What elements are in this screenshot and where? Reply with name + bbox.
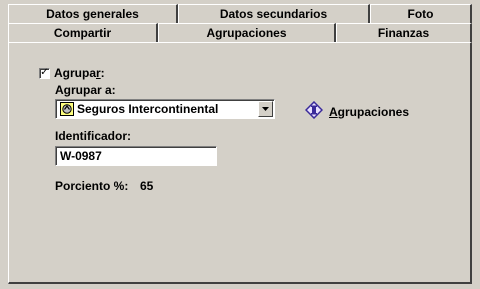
tab-label: Foto <box>407 7 434 21</box>
agrupar-a-combo[interactable]: Seguros Intercontinental <box>55 99 275 119</box>
tab-row-bottom: Compartir Agrupaciones Finanzas <box>8 23 472 42</box>
agrupaciones-button[interactable]: Agrupaciones <box>304 100 410 122</box>
tab-row-top: Datos generales Datos secundarios Foto <box>8 4 472 23</box>
tab-foto[interactable]: Foto <box>370 4 472 23</box>
tab-finanzas[interactable]: Finanzas <box>336 23 472 42</box>
tab-datos-generales[interactable]: Datos generales <box>8 4 178 23</box>
checkmark-icon: ✓ <box>40 67 49 78</box>
tab-label: Finanzas <box>377 26 430 40</box>
tab-compartir[interactable]: Compartir <box>8 23 158 42</box>
combo-value: Seguros Intercontinental <box>77 102 219 116</box>
agrupar-label: Agrupar: <box>54 66 105 80</box>
agrupar-checkbox-row[interactable]: ✓ Agrupar: <box>39 66 105 80</box>
insurance-icon <box>60 102 74 116</box>
agrupaciones-button-label: Agrupaciones <box>329 104 410 119</box>
agrupar-a-label: Agrupar a: <box>55 83 116 97</box>
tab-label: Datos secundarios <box>219 7 328 21</box>
tab-agrupaciones[interactable]: Agrupaciones <box>158 23 336 42</box>
agrupaciones-panel: ✓ Agrupar: Agrupar a: Seguros Interconti… <box>8 42 472 284</box>
chevron-down-icon <box>262 107 269 111</box>
identificador-input[interactable] <box>55 146 217 166</box>
identificador-label: Identificador: <box>55 129 132 143</box>
tab-label: Datos generales <box>46 7 139 21</box>
tab-datos-secundarios[interactable]: Datos secundarios <box>178 4 370 23</box>
combo-dropdown-button[interactable] <box>258 101 273 117</box>
tab-label: Compartir <box>53 26 112 40</box>
porciento-label: Porciento %: <box>55 179 129 193</box>
agrupar-checkbox[interactable]: ✓ <box>39 67 50 79</box>
tab-label: Agrupaciones <box>206 26 287 40</box>
porciento-value: 65 <box>140 179 154 193</box>
groups-diamond-icon <box>304 100 324 122</box>
